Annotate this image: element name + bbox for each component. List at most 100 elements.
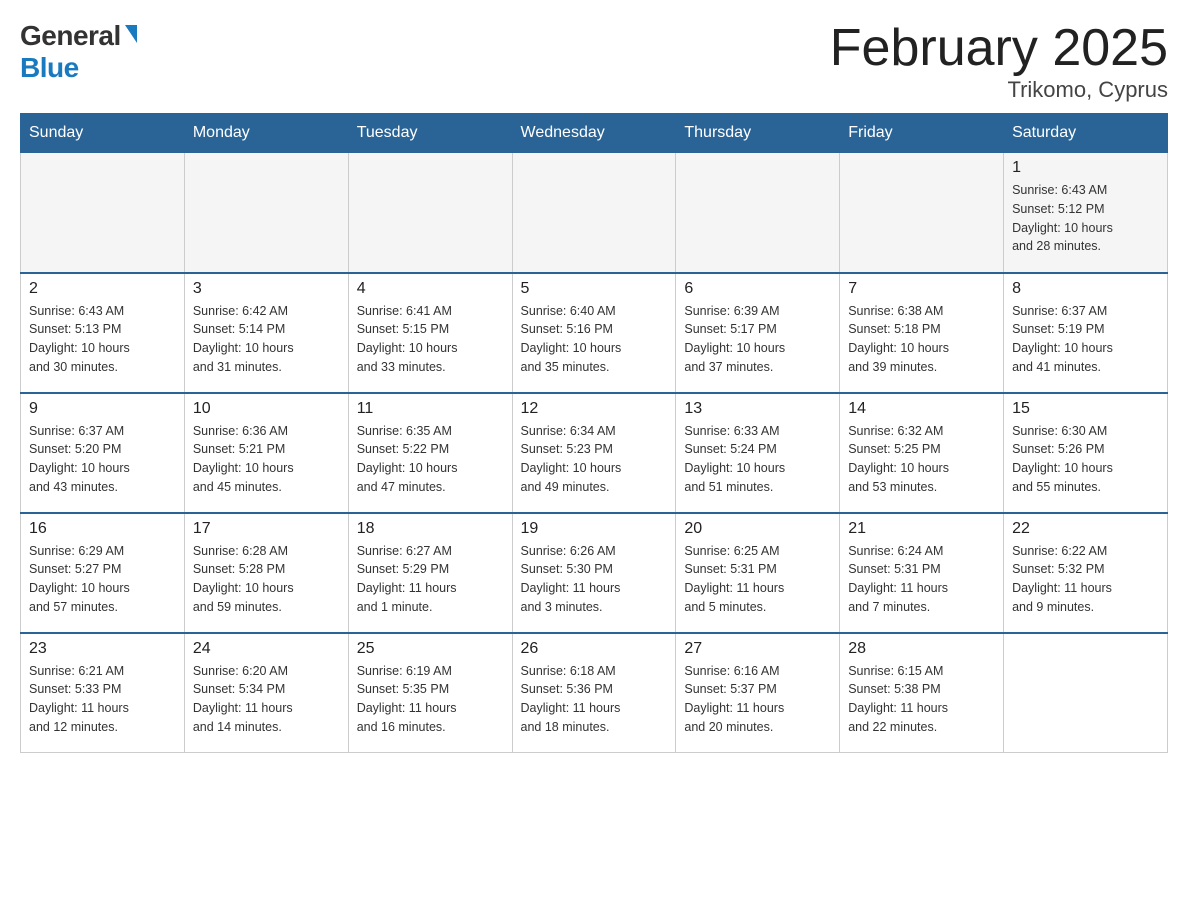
- calendar-week-row: 1 Sunrise: 6:43 AM Sunset: 5:12 PM Daylig…: [21, 153, 1168, 273]
- calendar-table: SundayMondayTuesdayWednesdayThursdayFrid…: [20, 113, 1168, 753]
- calendar-header-sunday: Sunday: [21, 114, 185, 153]
- day-info: Sunrise: 6:15 AM Sunset: 5:38 PM Dayligh…: [848, 662, 995, 737]
- calendar-day-cell: 27 Sunrise: 6:16 AM Sunset: 5:37 PM Dayli…: [676, 633, 840, 753]
- calendar-day-cell: 1 Sunrise: 6:43 AM Sunset: 5:12 PM Daylig…: [1004, 153, 1168, 273]
- calendar-day-cell: 7 Sunrise: 6:38 AM Sunset: 5:18 PM Daylig…: [840, 273, 1004, 393]
- calendar-day-cell: 28 Sunrise: 6:15 AM Sunset: 5:38 PM Dayli…: [840, 633, 1004, 753]
- calendar-day-cell: 12 Sunrise: 6:34 AM Sunset: 5:23 PM Dayli…: [512, 393, 676, 513]
- calendar-day-cell: 2 Sunrise: 6:43 AM Sunset: 5:13 PM Daylig…: [21, 273, 185, 393]
- day-info: Sunrise: 6:30 AM Sunset: 5:26 PM Dayligh…: [1012, 422, 1159, 497]
- calendar-header-tuesday: Tuesday: [348, 114, 512, 153]
- calendar-day-cell: 6 Sunrise: 6:39 AM Sunset: 5:17 PM Daylig…: [676, 273, 840, 393]
- day-number: 3: [193, 280, 340, 298]
- day-info: Sunrise: 6:39 AM Sunset: 5:17 PM Dayligh…: [684, 302, 831, 377]
- day-number: 13: [684, 400, 831, 418]
- calendar-subtitle: Trikomo, Cyprus: [830, 77, 1168, 103]
- day-number: 21: [848, 520, 995, 538]
- calendar-day-cell: 8Sunrise: 6:37 AM Sunset: 5:19 PM Daylig…: [1004, 273, 1168, 393]
- day-number: 23: [29, 640, 176, 658]
- day-number: 28: [848, 640, 995, 658]
- calendar-day-cell: [676, 153, 840, 273]
- day-number: 11: [357, 400, 504, 418]
- day-info: Sunrise: 6:37 AM Sunset: 5:20 PM Dayligh…: [29, 422, 176, 497]
- day-info: Sunrise: 6:41 AM Sunset: 5:15 PM Dayligh…: [357, 302, 504, 377]
- calendar-day-cell: 26 Sunrise: 6:18 AM Sunset: 5:36 PM Dayli…: [512, 633, 676, 753]
- day-info: Sunrise: 6:32 AM Sunset: 5:25 PM Dayligh…: [848, 422, 995, 497]
- day-number: 24: [193, 640, 340, 658]
- calendar-day-cell: 17 Sunrise: 6:28 AM Sunset: 5:28 PM Dayli…: [184, 513, 348, 633]
- day-number: 15: [1012, 400, 1159, 418]
- day-info: Sunrise: 6:18 AM Sunset: 5:36 PM Dayligh…: [521, 662, 668, 737]
- day-number: 5: [521, 280, 668, 298]
- day-number: 6: [684, 280, 831, 298]
- day-number: 12: [521, 400, 668, 418]
- calendar-day-cell: 11 Sunrise: 6:35 AM Sunset: 5:22 PM Dayli…: [348, 393, 512, 513]
- day-number: 4: [357, 280, 504, 298]
- calendar-day-cell: [21, 153, 185, 273]
- calendar-day-cell: [1004, 633, 1168, 753]
- day-number: 16: [29, 520, 176, 538]
- calendar-day-cell: 25Sunrise: 6:19 AM Sunset: 5:35 PM Dayli…: [348, 633, 512, 753]
- calendar-header-friday: Friday: [840, 114, 1004, 153]
- calendar-day-cell: 24Sunrise: 6:20 AM Sunset: 5:34 PM Dayli…: [184, 633, 348, 753]
- calendar-day-cell: 3 Sunrise: 6:42 AM Sunset: 5:14 PM Daylig…: [184, 273, 348, 393]
- day-number: 10: [193, 400, 340, 418]
- calendar-day-cell: 16 Sunrise: 6:29 AM Sunset: 5:27 PM Dayli…: [21, 513, 185, 633]
- day-info: Sunrise: 6:35 AM Sunset: 5:22 PM Dayligh…: [357, 422, 504, 497]
- calendar-header-wednesday: Wednesday: [512, 114, 676, 153]
- calendar-header-monday: Monday: [184, 114, 348, 153]
- day-number: 27: [684, 640, 831, 658]
- calendar-day-cell: 23 Sunrise: 6:21 AM Sunset: 5:33 PM Dayli…: [21, 633, 185, 753]
- calendar-day-cell: 13 Sunrise: 6:33 AM Sunset: 5:24 PM Dayli…: [676, 393, 840, 513]
- calendar-day-cell: 4 Sunrise: 6:41 AM Sunset: 5:15 PM Daylig…: [348, 273, 512, 393]
- calendar-day-cell: 5 Sunrise: 6:40 AM Sunset: 5:16 PM Daylig…: [512, 273, 676, 393]
- day-info: Sunrise: 6:38 AM Sunset: 5:18 PM Dayligh…: [848, 302, 995, 377]
- calendar-day-cell: [840, 153, 1004, 273]
- calendar-day-cell: 14 Sunrise: 6:32 AM Sunset: 5:25 PM Dayli…: [840, 393, 1004, 513]
- day-info: Sunrise: 6:22 AM Sunset: 5:32 PM Dayligh…: [1012, 542, 1159, 617]
- calendar-week-row: 9 Sunrise: 6:37 AM Sunset: 5:20 PM Daylig…: [21, 393, 1168, 513]
- day-info: Sunrise: 6:33 AM Sunset: 5:24 PM Dayligh…: [684, 422, 831, 497]
- calendar-week-row: 16 Sunrise: 6:29 AM Sunset: 5:27 PM Dayli…: [21, 513, 1168, 633]
- calendar-day-cell: 18Sunrise: 6:27 AM Sunset: 5:29 PM Dayli…: [348, 513, 512, 633]
- day-info: Sunrise: 6:25 AM Sunset: 5:31 PM Dayligh…: [684, 542, 831, 617]
- logo: General Blue: [20, 20, 137, 84]
- calendar-header-row: SundayMondayTuesdayWednesdayThursdayFrid…: [21, 114, 1168, 153]
- calendar-header-saturday: Saturday: [1004, 114, 1168, 153]
- day-info: Sunrise: 6:34 AM Sunset: 5:23 PM Dayligh…: [521, 422, 668, 497]
- day-info: Sunrise: 6:16 AM Sunset: 5:37 PM Dayligh…: [684, 662, 831, 737]
- day-info: Sunrise: 6:29 AM Sunset: 5:27 PM Dayligh…: [29, 542, 176, 617]
- day-number: 9: [29, 400, 176, 418]
- day-info: Sunrise: 6:26 AM Sunset: 5:30 PM Dayligh…: [521, 542, 668, 617]
- logo-triangle-icon: [125, 25, 137, 43]
- calendar-day-cell: 19 Sunrise: 6:26 AM Sunset: 5:30 PM Dayli…: [512, 513, 676, 633]
- day-info: Sunrise: 6:19 AM Sunset: 5:35 PM Dayligh…: [357, 662, 504, 737]
- day-number: 19: [521, 520, 668, 538]
- day-number: 14: [848, 400, 995, 418]
- calendar-day-cell: 22 Sunrise: 6:22 AM Sunset: 5:32 PM Dayli…: [1004, 513, 1168, 633]
- day-number: 22: [1012, 520, 1159, 538]
- day-info: Sunrise: 6:43 AM Sunset: 5:12 PM Dayligh…: [1012, 181, 1159, 256]
- calendar-day-cell: [348, 153, 512, 273]
- day-number: 1: [1012, 159, 1159, 177]
- calendar-day-cell: 10Sunrise: 6:36 AM Sunset: 5:21 PM Dayli…: [184, 393, 348, 513]
- calendar-day-cell: 20 Sunrise: 6:25 AM Sunset: 5:31 PM Dayli…: [676, 513, 840, 633]
- day-info: Sunrise: 6:40 AM Sunset: 5:16 PM Dayligh…: [521, 302, 668, 377]
- day-info: Sunrise: 6:24 AM Sunset: 5:31 PM Dayligh…: [848, 542, 995, 617]
- day-number: 2: [29, 280, 176, 298]
- calendar-day-cell: [512, 153, 676, 273]
- day-number: 20: [684, 520, 831, 538]
- day-info: Sunrise: 6:43 AM Sunset: 5:13 PM Dayligh…: [29, 302, 176, 377]
- calendar-day-cell: [184, 153, 348, 273]
- day-number: 26: [521, 640, 668, 658]
- day-number: 7: [848, 280, 995, 298]
- calendar-day-cell: 15 Sunrise: 6:30 AM Sunset: 5:26 PM Dayli…: [1004, 393, 1168, 513]
- day-info: Sunrise: 6:21 AM Sunset: 5:33 PM Dayligh…: [29, 662, 176, 737]
- day-number: 17: [193, 520, 340, 538]
- day-info: Sunrise: 6:28 AM Sunset: 5:28 PM Dayligh…: [193, 542, 340, 617]
- day-info: Sunrise: 6:37 AM Sunset: 5:19 PM Dayligh…: [1012, 302, 1159, 377]
- calendar-day-cell: 21 Sunrise: 6:24 AM Sunset: 5:31 PM Dayli…: [840, 513, 1004, 633]
- calendar-day-cell: 9 Sunrise: 6:37 AM Sunset: 5:20 PM Daylig…: [21, 393, 185, 513]
- calendar-week-row: 23 Sunrise: 6:21 AM Sunset: 5:33 PM Dayli…: [21, 633, 1168, 753]
- day-info: Sunrise: 6:42 AM Sunset: 5:14 PM Dayligh…: [193, 302, 340, 377]
